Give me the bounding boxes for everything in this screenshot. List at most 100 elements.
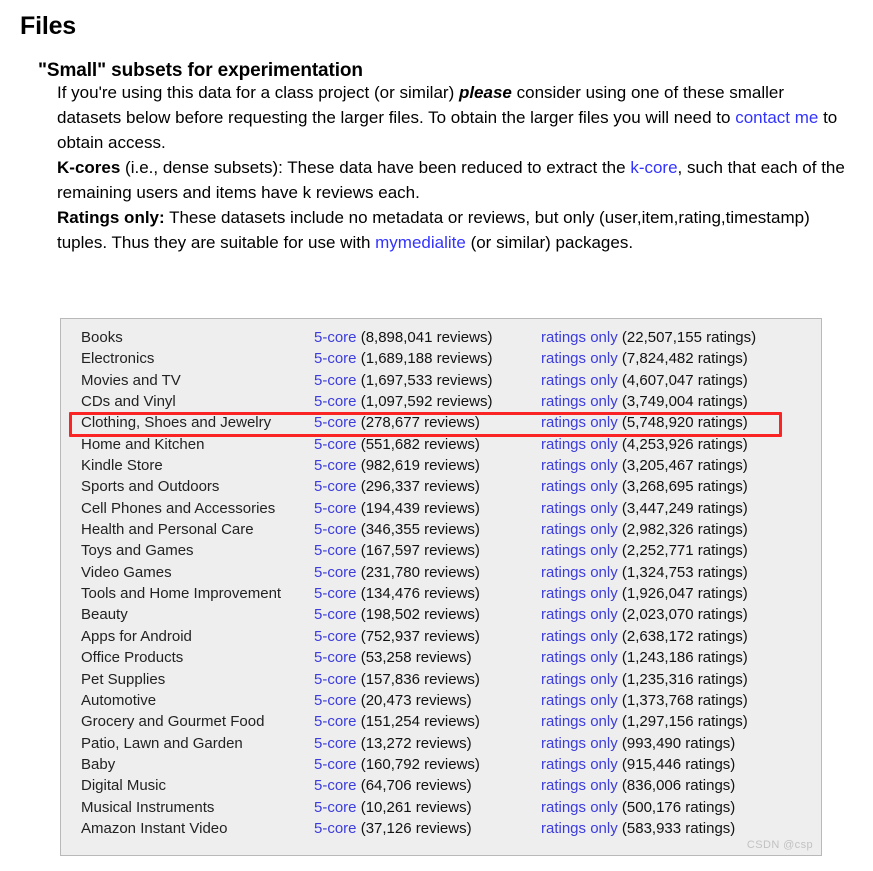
ratings-only-link[interactable]: ratings only <box>541 649 618 666</box>
core-cell: 5-core (198,502 reviews) <box>314 604 541 625</box>
table-row: Cell Phones and Accessories 5-core (194,4… <box>61 498 821 519</box>
core-review-count: (198,502 reviews) <box>360 606 480 624</box>
core-review-count: (167,597 reviews) <box>360 542 480 560</box>
ratings-only-link[interactable]: ratings only <box>541 542 618 559</box>
ratings-only-link[interactable]: ratings only <box>541 692 618 709</box>
dataset-name: Sports and Outdoors <box>81 478 220 496</box>
ratings-cell: ratings only (4,607,047 ratings) <box>541 370 821 391</box>
five-core-link[interactable]: 5-core <box>314 628 357 645</box>
ratings-cell: ratings only (4,253,926 ratings) <box>541 434 821 455</box>
ratings-only-link[interactable]: ratings only <box>541 436 618 453</box>
ratings-only-link[interactable]: ratings only <box>541 628 618 645</box>
five-core-link[interactable]: 5-core <box>314 478 357 495</box>
ratings-only-link[interactable]: ratings only <box>541 671 618 688</box>
five-core-link[interactable]: 5-core <box>314 436 357 453</box>
ratings-only-link[interactable]: ratings only <box>541 350 618 367</box>
ratings-cell: ratings only (3,447,249 ratings) <box>541 498 821 519</box>
ratings-only-link[interactable]: ratings only <box>541 521 618 538</box>
five-core-link[interactable]: 5-core <box>314 414 357 431</box>
ratings-count: (1,373,768 ratings) <box>621 691 748 709</box>
table-row: Digital Music 5-core (64,706 reviews) rati… <box>61 775 821 796</box>
ratings-cell: ratings only (1,243,186 ratings) <box>541 647 821 668</box>
core-cell: 5-core (1,697,533 reviews) <box>314 370 541 391</box>
five-core-link[interactable]: 5-core <box>314 671 357 688</box>
core-review-count: (53,258 reviews) <box>360 649 472 667</box>
five-core-link[interactable]: 5-core <box>314 500 357 517</box>
ratings-only-link[interactable]: ratings only <box>541 564 618 581</box>
ratings-only-link[interactable]: ratings only <box>541 414 618 431</box>
core-review-count: (157,836 reviews) <box>360 670 480 688</box>
ratings-only-link[interactable]: ratings only <box>541 393 618 410</box>
ratings-count: (993,490 ratings) <box>621 734 736 752</box>
contact-me-link[interactable]: contact me <box>735 108 818 127</box>
five-core-link[interactable]: 5-core <box>314 713 357 730</box>
ratings-only-link[interactable]: ratings only <box>541 799 618 816</box>
ratings-count: (4,253,926 ratings) <box>621 435 748 453</box>
five-core-link[interactable]: 5-core <box>314 457 357 474</box>
dataset-name: Pet Supplies <box>81 670 166 688</box>
ratings-only-link[interactable]: ratings only <box>541 606 618 623</box>
ratings-only-link[interactable]: ratings only <box>541 500 618 517</box>
table-row: Automotive 5-core (20,473 reviews) ratings… <box>61 690 821 711</box>
ratings-count: (583,933 ratings) <box>621 819 736 837</box>
dataset-name: Beauty <box>81 606 128 624</box>
dataset-name: Movies and TV <box>81 371 181 389</box>
ratings-only-link[interactable]: ratings only <box>541 735 618 752</box>
k-core-link[interactable]: k-core <box>630 158 677 177</box>
ratings-only-link[interactable]: ratings only <box>541 713 618 730</box>
table-row: Sports and Outdoors 5-core (296,337 revie… <box>61 476 821 497</box>
table-row: Electronics 5-core (1,689,188 reviews) rat… <box>61 348 821 369</box>
ratings-only-link[interactable]: ratings only <box>541 329 618 346</box>
ratings-cell: ratings only (3,205,467 ratings) <box>541 455 821 476</box>
dataset-name: Apps for Android <box>81 627 192 645</box>
table-row: Movies and TV 5-core (1,697,533 reviews) r… <box>61 370 821 391</box>
ratings-only-link[interactable]: ratings only <box>541 457 618 474</box>
five-core-link[interactable]: 5-core <box>314 692 357 709</box>
dataset-name: Baby <box>81 755 116 773</box>
core-review-count: (13,272 reviews) <box>360 734 472 752</box>
ratings-cell: ratings only (2,982,326 ratings) <box>541 519 821 540</box>
mymedialite-link[interactable]: mymedialite <box>375 233 466 252</box>
ratings-count: (3,447,249 ratings) <box>621 499 748 517</box>
dataset-name: Musical Instruments <box>81 798 215 816</box>
five-core-link[interactable]: 5-core <box>314 329 357 346</box>
five-core-link[interactable]: 5-core <box>314 521 357 538</box>
core-review-count: (20,473 reviews) <box>360 691 472 709</box>
datasets-panel: Books 5-core (8,898,041 reviews) ratings o… <box>60 318 822 856</box>
five-core-link[interactable]: 5-core <box>314 649 357 666</box>
five-core-link[interactable]: 5-core <box>314 350 357 367</box>
five-core-link[interactable]: 5-core <box>314 585 357 602</box>
ratings-only-link[interactable]: ratings only <box>541 777 618 794</box>
five-core-link[interactable]: 5-core <box>314 735 357 752</box>
ratings-count: (22,507,155 ratings) <box>621 329 757 346</box>
ratings-only-link[interactable]: ratings only <box>541 756 618 773</box>
table-row: Pet Supplies 5-core (157,836 reviews) rati… <box>61 669 821 690</box>
ratings-only-link[interactable]: ratings only <box>541 585 618 602</box>
five-core-link[interactable]: 5-core <box>314 393 357 410</box>
five-core-link[interactable]: 5-core <box>314 777 357 794</box>
dataset-name: Home and Kitchen <box>81 435 205 453</box>
core-review-count: (551,682 reviews) <box>360 435 480 453</box>
core-cell: 5-core (53,258 reviews) <box>314 647 541 668</box>
core-review-count: (194,439 reviews) <box>360 499 480 517</box>
ratings-cell: ratings only (836,006 ratings) <box>541 775 821 796</box>
five-core-link[interactable]: 5-core <box>314 542 357 559</box>
ratings-cell: ratings only (7,824,482 ratings) <box>541 348 821 369</box>
dataset-name: Video Games <box>81 563 172 581</box>
five-core-link[interactable]: 5-core <box>314 564 357 581</box>
five-core-link[interactable]: 5-core <box>314 820 357 837</box>
ratings-cell: ratings only (500,176 ratings) <box>541 797 821 818</box>
five-core-link[interactable]: 5-core <box>314 372 357 389</box>
ratings-only-link[interactable]: ratings only <box>541 820 618 837</box>
five-core-link[interactable]: 5-core <box>314 756 357 773</box>
core-cell: 5-core (20,473 reviews) <box>314 690 541 711</box>
core-review-count: (10,261 reviews) <box>360 798 472 816</box>
ratings-only-link[interactable]: ratings only <box>541 372 618 389</box>
core-cell: 5-core (8,898,041 reviews) <box>314 327 541 348</box>
five-core-link[interactable]: 5-core <box>314 606 357 623</box>
kcores-lead-label: K-cores <box>57 158 121 177</box>
ratings-only-link[interactable]: ratings only <box>541 478 618 495</box>
body-text-block: If you're using this data for a class pr… <box>0 80 873 255</box>
five-core-link[interactable]: 5-core <box>314 799 357 816</box>
dataset-name: Digital Music <box>81 777 167 795</box>
